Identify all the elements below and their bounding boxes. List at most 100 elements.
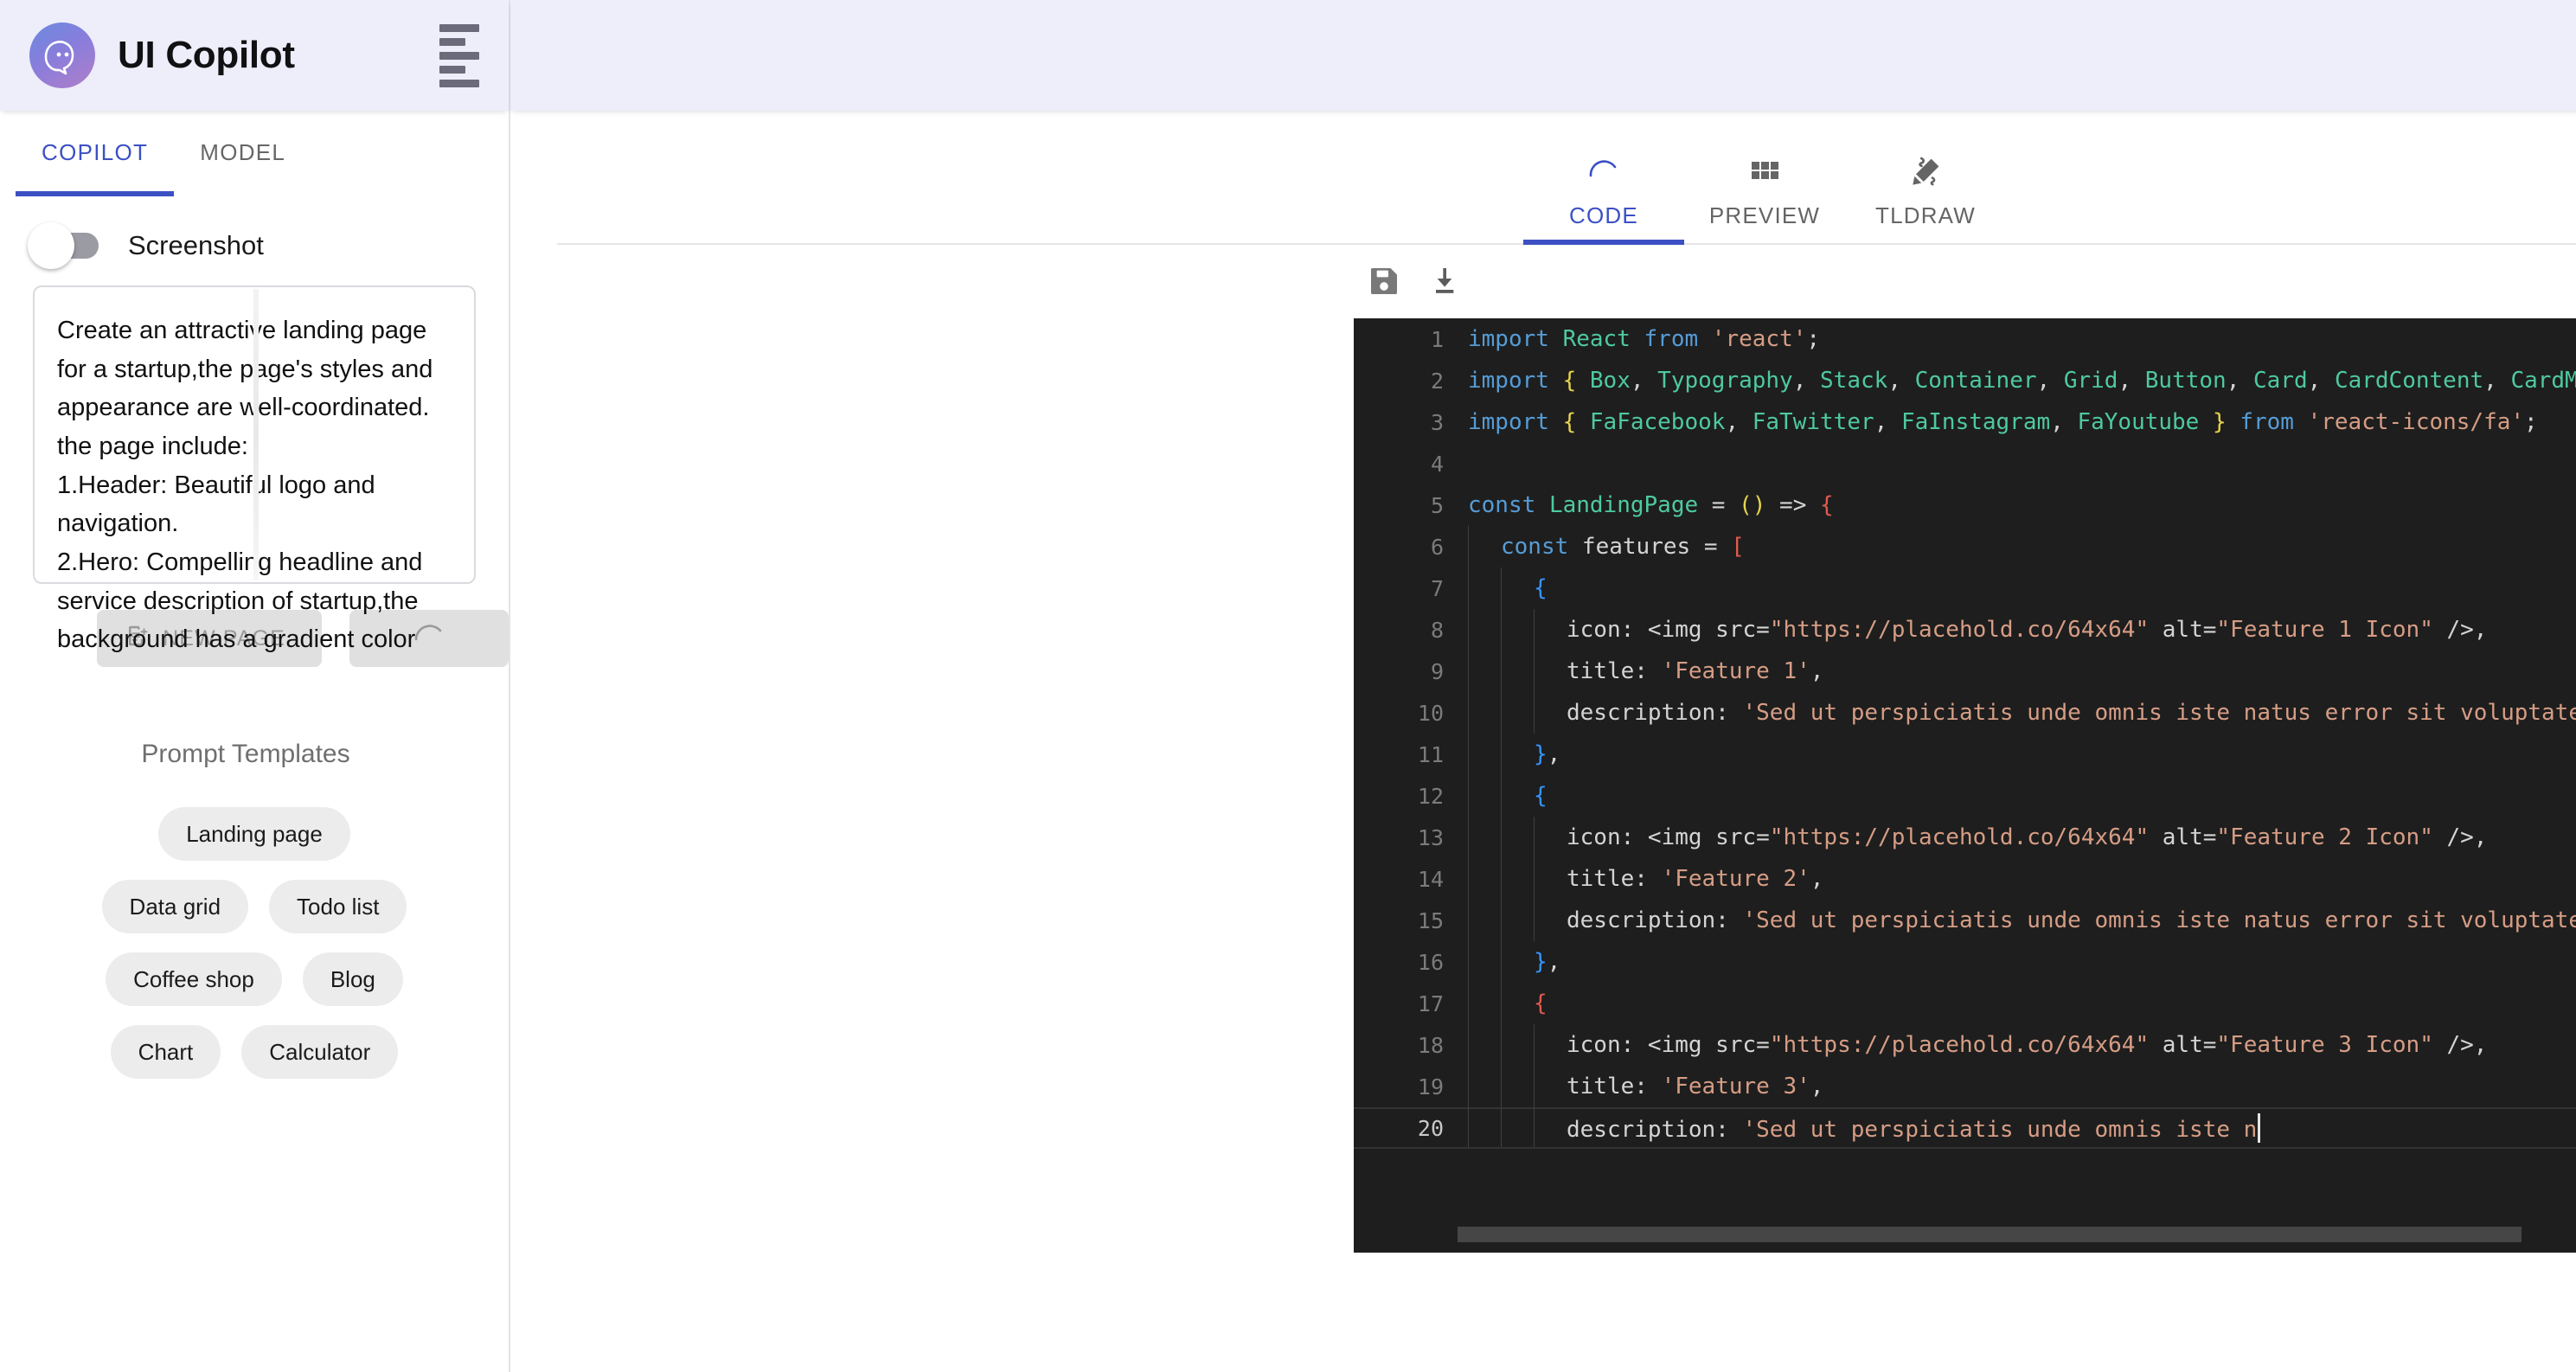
text-cursor	[253, 289, 259, 580]
line-number: 15	[1417, 907, 1444, 933]
code-line[interactable]: 1 import React from 'react';	[1354, 318, 2576, 360]
line-number: 11	[1417, 741, 1444, 767]
code-text: description: 'Sed ut perspiciatis unde o…	[1567, 1113, 2261, 1143]
indent-guides	[1468, 734, 1534, 775]
code-text: {	[1534, 991, 1548, 1016]
main-header	[510, 0, 2576, 111]
indent-guides	[1468, 1107, 1567, 1149]
code-line[interactable]: 6 const features = [	[1354, 526, 2576, 567]
code-line[interactable]: 19 title: 'Feature 3',	[1354, 1066, 2576, 1107]
prompt-textarea[interactable]: Create an attractive landing page for a …	[33, 285, 476, 653]
indent-guides	[1468, 900, 1567, 941]
indent-guides	[1468, 817, 1567, 858]
code-text: icon: <img src="https://placehold.co/64x…	[1567, 1032, 2488, 1058]
code-text: const features = [	[1501, 534, 1745, 560]
chip-coffee-shop[interactable]: Coffee shop	[106, 952, 282, 1006]
editor-toolbar	[510, 245, 2576, 318]
line-number: 10	[1417, 700, 1444, 726]
chip-landing-page[interactable]: Landing page	[158, 807, 350, 861]
app-title: UI Copilot	[118, 34, 295, 76]
tab-code[interactable]: CODE	[1523, 135, 1684, 245]
screenshot-toggle[interactable]	[28, 222, 99, 269]
toggle-knob	[28, 222, 74, 269]
line-number: 5	[1430, 492, 1444, 518]
code-text: description: 'Sed ut perspiciatis unde o…	[1567, 700, 2576, 726]
code-text: description: 'Sed ut perspiciatis unde o…	[1567, 907, 2576, 933]
code-text: title: 'Feature 2',	[1567, 866, 1824, 892]
code-text: import React from 'react';	[1468, 326, 1821, 352]
grid-view-icon	[1684, 145, 1845, 199]
code-line[interactable]: 8 icon: <img src="https://placehold.co/64…	[1354, 609, 2576, 651]
prompt-template-chips: Landing page Data grid Todo list Coffee …	[0, 807, 509, 1079]
indent-guides	[1468, 526, 1501, 567]
line-number: 20	[1417, 1115, 1444, 1141]
indent-guides	[1468, 983, 1534, 1024]
code-line[interactable]: 4	[1354, 443, 2576, 484]
sidebar-tabs: COPILOT MODEL	[0, 111, 509, 196]
code-line[interactable]: 7{	[1354, 567, 2576, 609]
tab-copilot[interactable]: COPILOT	[16, 111, 175, 196]
chip-data-grid[interactable]: Data grid	[101, 880, 249, 933]
view-tabs: CODE PREVIEW TLDRAW	[557, 111, 2576, 245]
code-text: const LandingPage = () => {	[1468, 492, 1834, 518]
code-text: title: 'Feature 3',	[1567, 1074, 1824, 1100]
horizontal-scrollbar-thumb[interactable]	[1458, 1227, 2522, 1242]
chip-blog[interactable]: Blog	[302, 952, 403, 1006]
line-number: 7	[1430, 575, 1444, 601]
code-line[interactable]: 9 title: 'Feature 1',	[1354, 651, 2576, 692]
code-text: },	[1534, 741, 1561, 767]
line-number: 8	[1430, 617, 1444, 643]
save-icon[interactable]	[1367, 264, 1401, 303]
code-line[interactable]: 14 title: 'Feature 2',	[1354, 858, 2576, 900]
draw-pencil-icon	[1845, 145, 2006, 199]
sidebar-header: UI Copilot	[0, 0, 509, 111]
screenshot-toggle-label: Screenshot	[128, 230, 264, 260]
line-number: 17	[1417, 991, 1444, 1016]
tab-tldraw[interactable]: TLDRAW	[1845, 135, 2006, 243]
indent-guides	[1468, 609, 1567, 651]
app-root: UI Copilot COPILOT MODEL Screenshot Crea…	[0, 0, 2576, 1372]
code-line[interactable]: 18 icon: <img src="https://placehold.co/6…	[1354, 1024, 2576, 1066]
line-number: 2	[1430, 368, 1444, 394]
tab-tldraw-label: TLDRAW	[1874, 202, 1976, 228]
code-editor[interactable]: 1 import React from 'react'; 2 import { Box…	[1354, 318, 2576, 1253]
line-number: 4	[1430, 451, 1444, 477]
code-line[interactable]: 13 icon: <img src="https://placehold.co/6…	[1354, 817, 2576, 858]
line-number: 16	[1417, 949, 1444, 975]
line-number: 1	[1430, 326, 1444, 352]
code-line[interactable]: 5 const LandingPage = () => {	[1354, 484, 2576, 526]
chip-calculator[interactable]: Calculator	[241, 1025, 399, 1079]
loading-spinner-icon	[1523, 145, 1684, 199]
code-line[interactable]: 16},	[1354, 941, 2576, 983]
code-line[interactable]: 2 import { Box, Typography, Stack, Contai…	[1354, 360, 2576, 401]
code-line[interactable]: 10 description: 'Sed ut perspiciatis unde…	[1354, 692, 2576, 734]
indent-guides	[1468, 692, 1567, 734]
code-lines[interactable]: 1 import React from 'react'; 2 import { Box…	[1354, 318, 2576, 1253]
indent-guides	[1468, 567, 1534, 609]
indent-guides	[1468, 775, 1534, 817]
line-number: 14	[1417, 866, 1444, 892]
prompt-templates-title: Prompt Templates	[141, 740, 350, 768]
ghost-avatar-icon	[29, 22, 95, 88]
download-icon[interactable]	[1427, 264, 1462, 303]
code-line[interactable]: 17 {	[1354, 983, 2576, 1024]
indent-guides	[1468, 651, 1567, 692]
code-line[interactable]: 20 description: 'Sed ut perspiciatis unde…	[1354, 1107, 2576, 1149]
code-line[interactable]: 11},	[1354, 734, 2576, 775]
line-number: 18	[1417, 1032, 1444, 1058]
tab-preview[interactable]: PREVIEW	[1684, 135, 1845, 243]
line-number: 6	[1430, 534, 1444, 560]
chip-todo-list[interactable]: Todo list	[269, 880, 407, 933]
code-text: },	[1534, 949, 1561, 975]
tab-code-label: CODE	[1569, 202, 1638, 228]
code-line[interactable]: 3 import { FaFacebook, FaTwitter, FaInsta…	[1354, 401, 2576, 443]
tab-model[interactable]: MODEL	[174, 111, 311, 194]
code-line[interactable]: 12 {	[1354, 775, 2576, 817]
format-align-left-icon[interactable]	[439, 23, 479, 87]
chip-chart[interactable]: Chart	[110, 1025, 221, 1079]
tab-preview-label: PREVIEW	[1708, 202, 1821, 228]
code-text: title: 'Feature 1',	[1567, 658, 1824, 684]
main-panel: CODE PREVIEW TLDRAW 1 import React from …	[510, 0, 2576, 1372]
code-line[interactable]: 15 description: 'Sed ut perspiciatis unde…	[1354, 900, 2576, 941]
indent-guides	[1468, 941, 1534, 983]
